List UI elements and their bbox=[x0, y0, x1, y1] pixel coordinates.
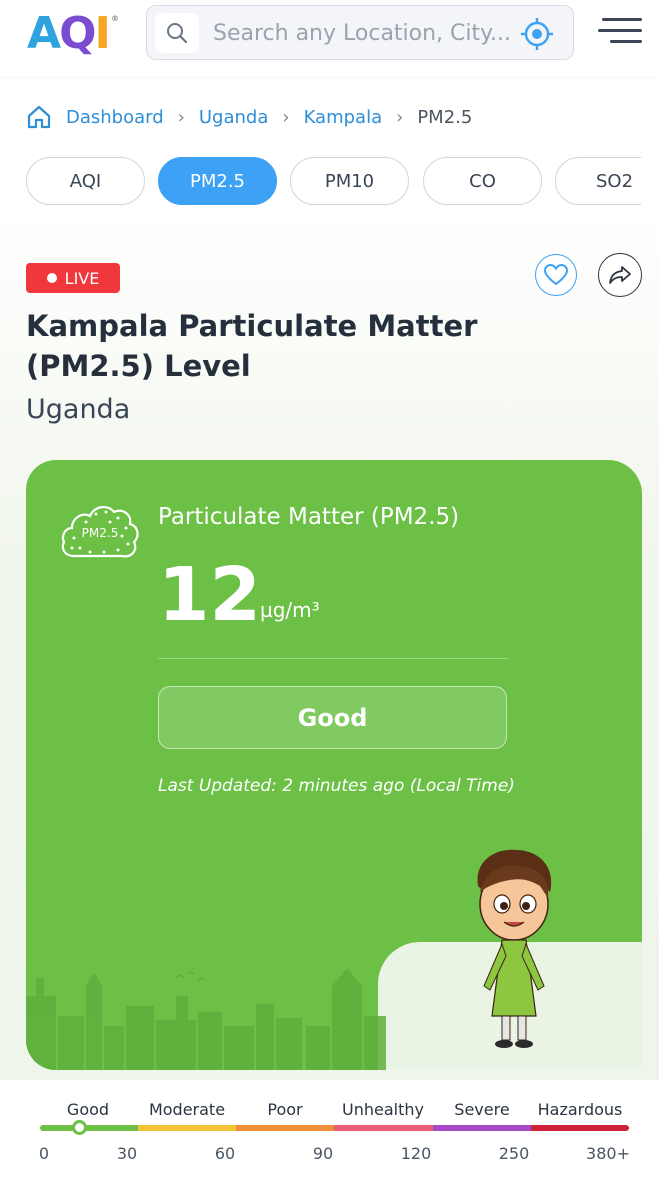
scale-color-bar bbox=[40, 1125, 629, 1131]
tab-pm10[interactable]: PM10 bbox=[290, 157, 409, 205]
heart-icon bbox=[544, 264, 568, 286]
registered-mark: ® bbox=[111, 14, 119, 23]
scale-tick: 250 bbox=[498, 1144, 530, 1163]
page-subtitle-country: Uganda bbox=[26, 394, 131, 425]
breadcrumb: Dashboard › Uganda › Kampala › PM2.5 bbox=[26, 102, 472, 132]
mascot-kid-illustration bbox=[477, 849, 552, 1048]
scale-segment bbox=[530, 1125, 629, 1131]
city-skyline-illustration bbox=[26, 968, 386, 1070]
search-input[interactable] bbox=[213, 18, 513, 48]
scale-label-good: Good bbox=[66, 1100, 110, 1119]
chevron-right-icon: › bbox=[177, 106, 185, 128]
chevron-right-icon: › bbox=[396, 106, 404, 128]
pm25-status-card: PM2.5 Particulate Matter (PM2.5) 12 µg/m… bbox=[26, 460, 642, 1070]
scale-segment bbox=[138, 1125, 237, 1131]
tab-pm25[interactable]: PM2.5 bbox=[158, 157, 277, 205]
live-dot-icon bbox=[46, 273, 57, 283]
scale-tick: 90 bbox=[312, 1144, 334, 1163]
scale-segment bbox=[40, 1125, 139, 1131]
scale-tick: 380+ bbox=[586, 1144, 630, 1163]
crosshair-icon[interactable] bbox=[519, 16, 555, 52]
scale-segment bbox=[432, 1125, 531, 1131]
scale-tick: 0 bbox=[38, 1144, 50, 1163]
tab-so2[interactable]: SO2 bbox=[555, 157, 641, 205]
pm25-scale: Good Moderate Poor Unhealthy Severe Haza… bbox=[38, 1096, 630, 1176]
pollutant-tabs: AQI PM2.5 PM10 CO SO2 bbox=[26, 157, 641, 207]
home-icon[interactable] bbox=[26, 104, 52, 130]
scale-tick: 60 bbox=[214, 1144, 236, 1163]
pm25-value: 12 bbox=[158, 552, 261, 638]
aqi-logo[interactable]: AQI ® bbox=[27, 8, 119, 59]
page-title: Kampala Particulate Matter (PM2.5) Level bbox=[26, 309, 478, 383]
scale-label-severe: Severe bbox=[454, 1100, 510, 1119]
scale-current-marker bbox=[71, 1120, 87, 1135]
scale-label-unhealthy: Unhealthy bbox=[342, 1100, 424, 1119]
chevron-right-icon: › bbox=[282, 106, 290, 128]
live-badge: LIVE bbox=[26, 263, 120, 293]
breadcrumb-country[interactable]: Uganda bbox=[199, 107, 269, 128]
favorite-button[interactable] bbox=[535, 254, 577, 296]
live-label: LIVE bbox=[64, 268, 100, 288]
breadcrumb-current: PM2.5 bbox=[417, 106, 473, 128]
card-divider bbox=[158, 658, 508, 659]
scale-segment bbox=[236, 1125, 335, 1131]
share-button[interactable] bbox=[598, 253, 642, 297]
share-arrow-icon bbox=[609, 266, 631, 284]
pm25-icon-label: PM2.5 bbox=[82, 526, 119, 540]
status-good-button[interactable]: Good bbox=[158, 686, 507, 749]
scale-label-poor: Poor bbox=[267, 1100, 303, 1119]
tab-co[interactable]: CO bbox=[423, 157, 542, 205]
breadcrumb-city[interactable]: Kampala bbox=[304, 107, 383, 128]
scale-label-hazardous: Hazardous bbox=[537, 1100, 623, 1119]
pm25-unit: µg/m³ bbox=[260, 598, 320, 622]
scale-segment bbox=[334, 1125, 433, 1131]
pollutant-name: Particulate Matter (PM2.5) bbox=[158, 504, 460, 530]
tab-aqi[interactable]: AQI bbox=[26, 157, 145, 205]
breadcrumb-dashboard[interactable]: Dashboard bbox=[66, 107, 164, 128]
scale-label-moderate: Moderate bbox=[148, 1100, 226, 1119]
search-bar[interactable] bbox=[146, 5, 574, 60]
pm25-cloud-icon: PM2.5 bbox=[60, 500, 140, 564]
scale-tick: 120 bbox=[400, 1144, 432, 1163]
search-icon[interactable] bbox=[155, 13, 199, 53]
last-updated-text: Last Updated: 2 minutes ago (Local Time) bbox=[158, 776, 515, 796]
scale-tick: 30 bbox=[116, 1144, 138, 1163]
top-header: AQI ® bbox=[0, 0, 659, 76]
hamburger-menu-icon[interactable] bbox=[598, 18, 642, 48]
